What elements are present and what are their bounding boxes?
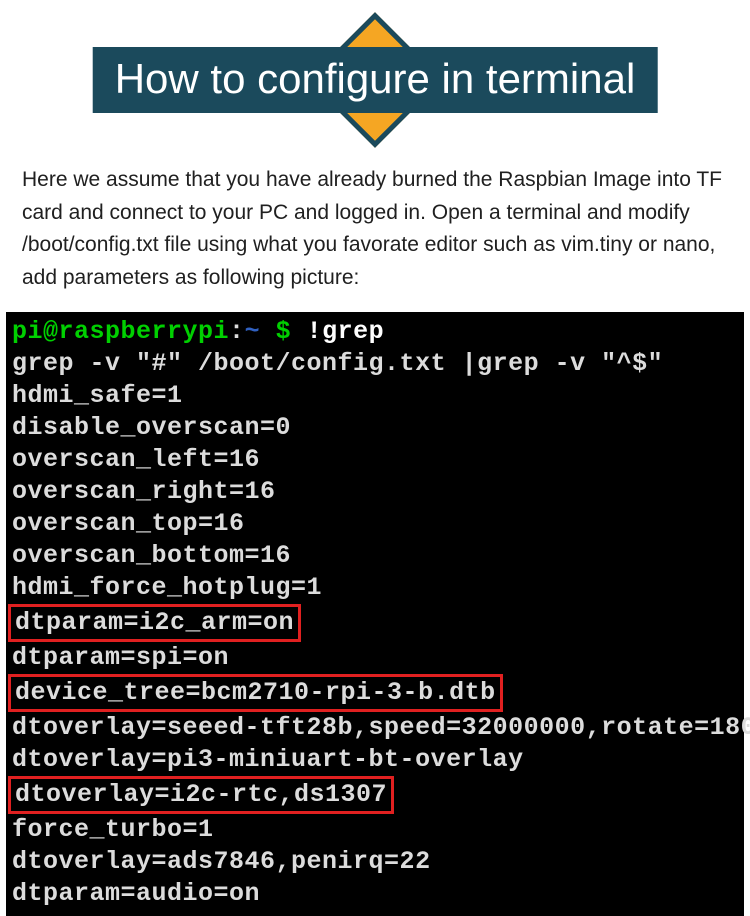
highlight-box: dtoverlay=i2c-rtc,ds1307 [8, 776, 394, 814]
header: How to configure in terminal [0, 10, 750, 150]
terminal-line: overscan_top=16 [12, 508, 738, 540]
intro-paragraph: Here we assume that you have already bur… [0, 150, 750, 312]
terminal-line-highlighted: dtoverlay=i2c-rtc,ds1307 [12, 776, 738, 814]
terminal-line: overscan_right=16 [12, 476, 738, 508]
terminal-line: dtoverlay=pi3-miniuart-bt-overlay [12, 744, 738, 776]
terminal-output: pi@raspberrypi:~ $ !grep grep -v "#" /bo… [6, 312, 744, 916]
terminal-prompt-line: pi@raspberrypi:~ $ !grep [12, 316, 738, 348]
terminal-line: overscan_left=16 [12, 444, 738, 476]
prompt-tilde: ~ [245, 317, 261, 346]
terminal-line: hdmi_force_hotplug=1 [12, 572, 738, 604]
terminal-line-highlighted: device_tree=bcm2710-rpi-3-b.dtb [12, 674, 738, 712]
terminal-line: overscan_bottom=16 [12, 540, 738, 572]
terminal-line-highlighted: dtparam=i2c_arm=on [12, 604, 738, 642]
prompt-command: !grep [307, 317, 385, 346]
terminal-line: dtparam=spi=on [12, 642, 738, 674]
highlight-box: dtparam=i2c_arm=on [8, 604, 301, 642]
prompt-colon: : [229, 317, 245, 346]
prompt-dollar: $ [260, 317, 307, 346]
prompt-user: pi@raspberrypi [12, 317, 229, 346]
terminal-line: force_turbo=1 [12, 814, 738, 846]
terminal-line: dtoverlay=seeed-tft28b,speed=32000000,ro… [12, 712, 738, 744]
terminal-line: grep -v "#" /boot/config.txt |grep -v "^… [12, 348, 738, 380]
page-title: How to configure in terminal [93, 47, 658, 113]
terminal-line: hdmi_safe=1 [12, 380, 738, 412]
terminal-line: dtoverlay=ads7846,penirq=22 [12, 846, 738, 878]
terminal-line: disable_overscan=0 [12, 412, 738, 444]
highlight-box: device_tree=bcm2710-rpi-3-b.dtb [8, 674, 503, 712]
